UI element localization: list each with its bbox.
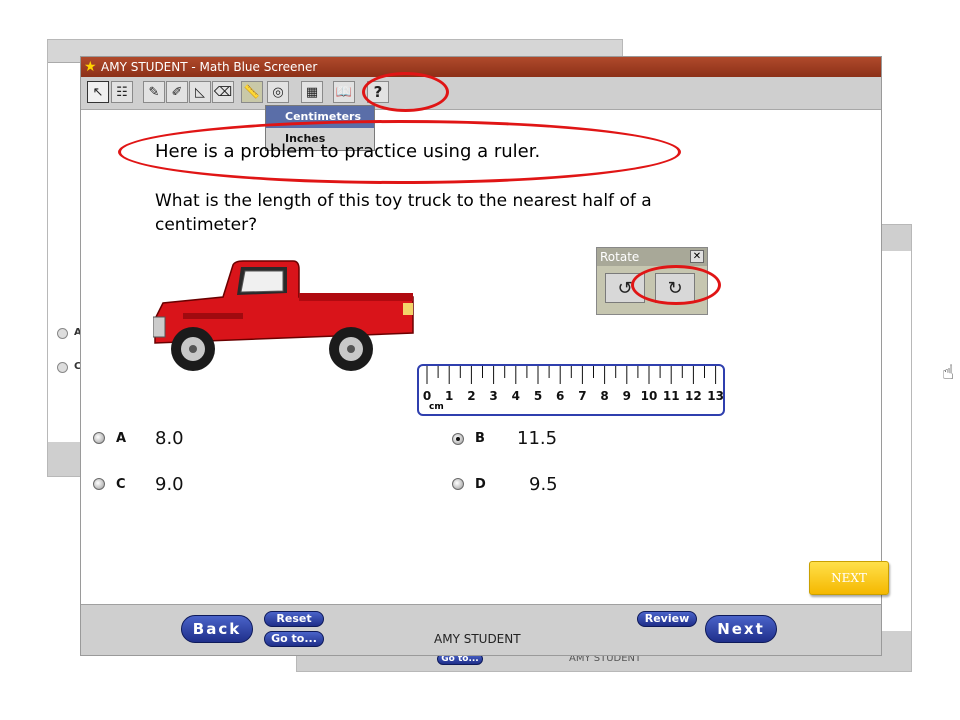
ruler-label: 2: [467, 389, 475, 403]
bg-radio-a: [57, 328, 68, 339]
option-c-radio[interactable]: [93, 478, 105, 490]
highlighter-tool-icon[interactable]: ✎: [143, 81, 165, 103]
back-button[interactable]: Back: [181, 615, 253, 643]
option-c-value[interactable]: 9.0: [155, 474, 184, 495]
next-side-button[interactable]: NEXT: [809, 561, 889, 595]
option-d-letter: D: [475, 477, 486, 492]
next-button[interactable]: Next: [705, 615, 777, 643]
option-d-radio[interactable]: [452, 478, 464, 490]
option-a-value[interactable]: 8.0: [155, 428, 184, 449]
ruler-tool-icon[interactable]: 📏: [241, 81, 263, 103]
book-tool-icon[interactable]: 📖: [333, 81, 355, 103]
calculator-tool-icon[interactable]: ▦: [301, 81, 323, 103]
ruler-label: 0: [423, 389, 431, 403]
toy-truck-image: [153, 260, 414, 371]
ruler-label: 3: [489, 389, 497, 403]
ruler-ticks: 0 1 2 3 4 5 6 7 8 9 10 11 12 13: [423, 366, 723, 403]
pencil-tool-icon[interactable]: ✐: [166, 81, 188, 103]
option-c-letter: C: [116, 477, 126, 492]
option-d-value[interactable]: 9.5: [529, 474, 558, 495]
intro-annotation-ellipse: [118, 120, 681, 184]
goto-button[interactable]: Go to...: [264, 631, 324, 647]
ruler-label: 12: [685, 389, 702, 403]
reset-button[interactable]: Reset: [264, 611, 324, 627]
option-b-radio[interactable]: [452, 433, 464, 445]
rotate-annotation-ellipse: [631, 265, 721, 305]
ruler-label: 8: [600, 389, 608, 403]
window-title: AMY STUDENT - Math Blue Screener: [101, 60, 318, 74]
hand-cursor-icon: ☝: [942, 360, 955, 384]
question-text: What is the length of this toy truck to …: [155, 191, 652, 235]
compass-tool-icon[interactable]: ◎: [267, 81, 289, 103]
pointer-tool-icon[interactable]: ↖: [87, 81, 109, 103]
ruler-label: 5: [534, 389, 542, 403]
toolbar: ↖ ☷ ✎ ✐ ◺ ⌫ 📏 ◎ ▦ 📖 ?: [81, 77, 881, 110]
bg-radio-c: [57, 362, 68, 373]
option-b-letter: B: [475, 431, 485, 446]
option-a-radio[interactable]: [93, 432, 105, 444]
help-annotation-ellipse: [362, 72, 449, 112]
ruler-label: 10: [641, 389, 658, 403]
student-name: AMY STUDENT: [434, 632, 521, 646]
star-icon: ★: [84, 59, 97, 75]
eraser-tool-icon[interactable]: ⌫: [212, 81, 234, 103]
ruler-unit-label: cm: [429, 402, 444, 412]
bottom-bar: Back Reset Go to... AMY STUDENT Review N…: [81, 604, 881, 655]
eliminator-tool-icon[interactable]: ☷: [111, 81, 133, 103]
review-button[interactable]: Review: [637, 611, 697, 627]
close-icon[interactable]: ✕: [690, 250, 704, 263]
protractor-tool-icon[interactable]: ◺: [189, 81, 211, 103]
option-b-value[interactable]: 11.5: [517, 428, 557, 449]
ruler-label: 9: [623, 389, 631, 403]
ruler-label: 13: [707, 389, 723, 403]
ruler-label: 11: [663, 389, 680, 403]
ruler-label: 7: [578, 389, 586, 403]
ruler-label: 1: [445, 389, 453, 403]
title-bar: ★ AMY STUDENT - Math Blue Screener: [81, 57, 881, 77]
ruler[interactable]: 0 1 2 3 4 5 6 7 8 9 10 11 12 13 cm: [417, 364, 725, 416]
ruler-label: 4: [512, 389, 520, 403]
option-a-letter: A: [116, 431, 127, 446]
ruler-label: 6: [556, 389, 564, 403]
